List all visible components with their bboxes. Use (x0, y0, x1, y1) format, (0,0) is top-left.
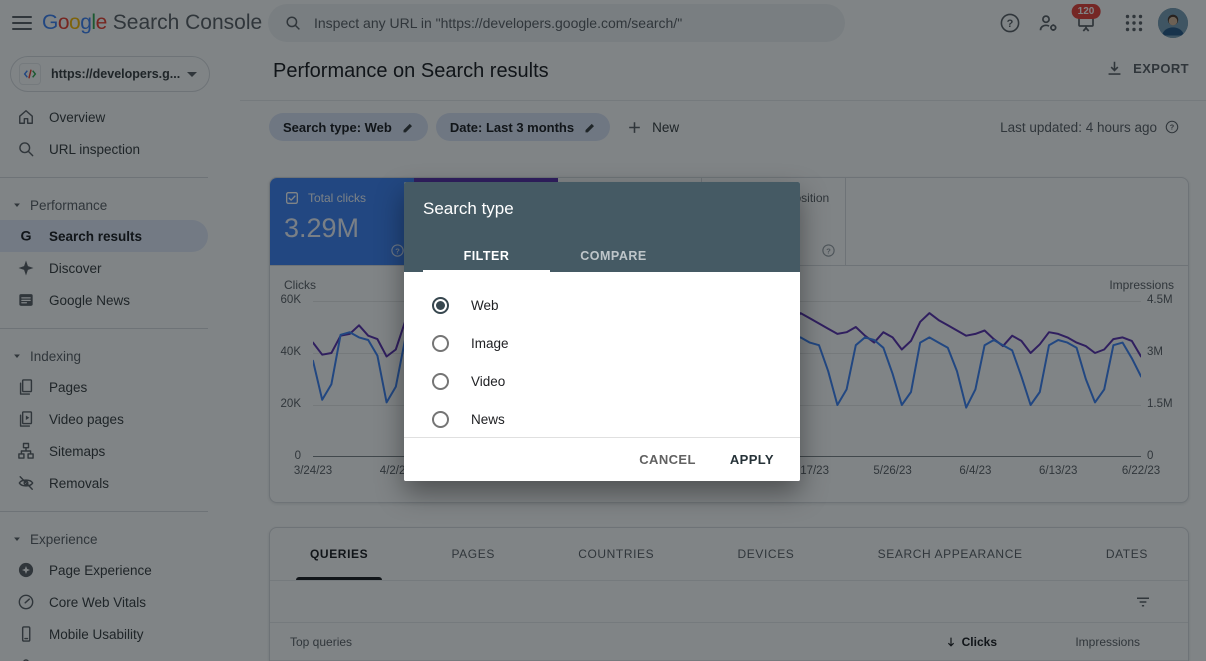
dialog-header: Search type FILTERCOMPARE (404, 182, 800, 272)
google-search-console-app: Google Search Console ? 120 (0, 0, 1206, 661)
radio-unchecked-icon (432, 335, 449, 352)
dialog-tab-filter[interactable]: FILTER (423, 239, 550, 272)
search-type-option-video[interactable]: Video (432, 362, 800, 400)
radio-unchecked-icon (432, 373, 449, 390)
radio-unchecked-icon (432, 411, 449, 428)
dialog-footer: CANCEL APPLY (404, 437, 800, 481)
radio-checked-icon (432, 297, 449, 314)
cancel-button[interactable]: CANCEL (631, 446, 704, 473)
search-type-option-image[interactable]: Image (432, 324, 800, 362)
dialog-tab-compare[interactable]: COMPARE (550, 239, 677, 272)
search-type-option-news[interactable]: News (432, 400, 800, 438)
apply-button[interactable]: APPLY (722, 446, 782, 473)
dialog-options: WebImageVideoNews (404, 272, 800, 438)
search-type-dialog: Search type FILTERCOMPARE WebImageVideoN… (404, 182, 800, 481)
dialog-title: Search type (423, 199, 514, 219)
dialog-tabs: FILTERCOMPARE (423, 239, 677, 272)
search-type-option-web[interactable]: Web (432, 286, 800, 324)
